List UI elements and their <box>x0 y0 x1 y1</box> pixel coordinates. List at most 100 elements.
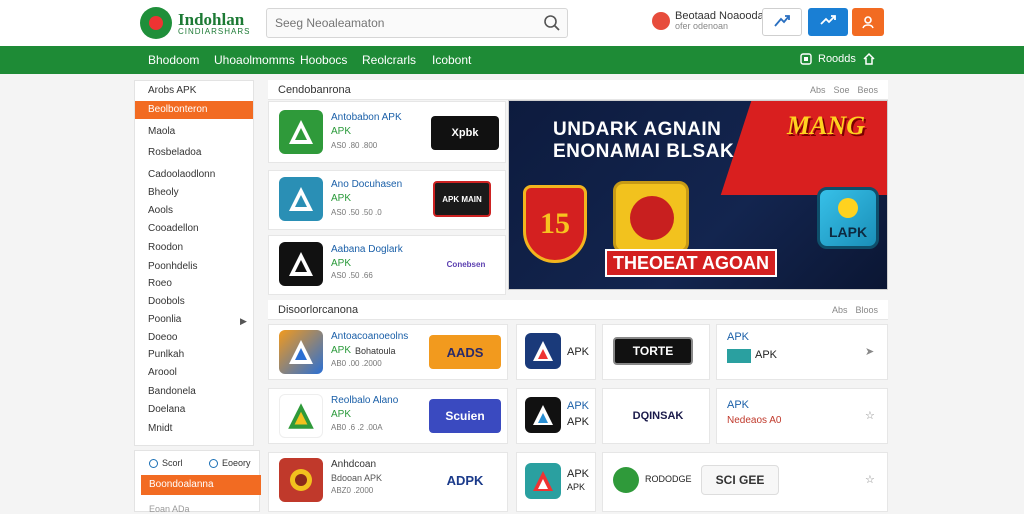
radio-option-b[interactable]: Eoeory <box>209 458 251 468</box>
section-tool-link[interactable]: Abs <box>810 85 826 95</box>
app-icon <box>279 242 323 286</box>
app-name: Aabana Doglark <box>331 244 403 255</box>
app-card[interactable]: Antoacoanoeolns APK Bohatoula AB0 .00 .2… <box>268 324 508 380</box>
app-meta: AB0 .00 .2000 <box>331 359 382 368</box>
apk-badge-icon: LAPK <box>817 187 879 249</box>
sidebar-item[interactable]: Cooadellon <box>135 220 253 238</box>
user-avatar-icon <box>652 12 670 30</box>
app-ad-thumbnail: APK MAIN <box>433 181 491 217</box>
app-icon <box>279 458 323 502</box>
pin-icon[interactable]: ☆ <box>865 473 875 486</box>
apk-mini-icon <box>727 349 751 363</box>
sidebar-item[interactable]: Poonlia <box>135 311 253 329</box>
app-type: APK <box>331 345 352 356</box>
chevron-right-icon[interactable]: ▶ <box>240 316 247 327</box>
side-tile-top: APK <box>727 331 750 343</box>
share-button[interactable] <box>762 8 802 36</box>
apk-tile[interactable]: APK APK <box>516 452 596 512</box>
nav-item-home[interactable]: Bhodoom <box>148 53 199 67</box>
sidebar-item[interactable]: Maola <box>135 123 253 141</box>
arrow-right-icon[interactable]: ➤ <box>865 345 874 358</box>
banner-cta-button[interactable]: THEOEAT AGOAN <box>605 249 777 277</box>
section-tool-link[interactable]: Soe <box>833 85 849 95</box>
sidebar-item[interactable]: Aools <box>135 202 253 220</box>
pin-icon[interactable]: ☆ <box>865 409 875 422</box>
brand-tile[interactable]: DQINSAK <box>602 388 710 444</box>
app-name: Anhdcoan <box>331 459 377 470</box>
sidebar-item[interactable]: Arobs APK <box>135 82 253 100</box>
section-tool-link[interactable]: Abs <box>832 305 848 315</box>
section-header-featured: Cendobanrona Abs Soe Beos <box>268 80 888 100</box>
app-ad-thumbnail: AADS <box>429 335 501 369</box>
radio-option-a[interactable]: Scorl <box>149 458 183 468</box>
share-icon <box>774 15 790 27</box>
app-card[interactable]: Reolbalo Alano APK AB0 .6 .2 .00A Scuien <box>268 388 508 444</box>
apk-tile[interactable]: APK APK <box>516 388 596 444</box>
app-ad-thumbnail: ADPK <box>429 465 501 495</box>
app-type: Bdooan APK <box>331 473 383 483</box>
app-type: APK <box>331 193 352 204</box>
apk-tile-icon <box>525 463 561 499</box>
account-area[interactable]: Beotaad Noaoodar ofer odenoan <box>652 10 767 32</box>
section-title: Cendobanrona <box>278 84 351 96</box>
sidebar-item[interactable]: Roeo <box>135 275 253 293</box>
sidebar-item-active[interactable]: Beolbonteron <box>135 101 253 119</box>
apk-tile[interactable]: APK <box>516 324 596 380</box>
brand-tile-wide[interactable]: RODODGE SCI GEE ☆ <box>602 452 888 512</box>
section-tool-link[interactable]: Beos <box>857 85 878 95</box>
app-card[interactable]: Ano Docuhasen APK AS0 .50 .50 .0 APK MAI… <box>268 170 506 230</box>
nav-right-link[interactable]: Roodds <box>800 52 876 66</box>
brand-tile-logo: DQINSAK <box>613 403 703 429</box>
nav-item-reviews[interactable]: Reolcrarls <box>362 53 416 67</box>
sidebar-item[interactable]: Roodon <box>135 239 253 257</box>
user-menu-button[interactable] <box>852 8 884 36</box>
promo-banner[interactable]: UNDARK AGNAIN ENONAMAI BLSAK MANG 15 THE… <box>508 100 888 290</box>
nav-right-label: Roodds <box>818 53 856 65</box>
app-ad-thumbnail: Scuien <box>429 399 501 433</box>
sidebar-item[interactable]: Doeoo <box>135 329 253 347</box>
banner-badge-label: LAPK <box>828 224 868 240</box>
app-meta: ABZ0 .2000 <box>331 486 374 495</box>
sidebar-item[interactable]: Doobols <box>135 293 253 311</box>
logo[interactable]: Indohlan CINDIARSHARS <box>140 5 260 41</box>
brand-tile-logo: SCI GEE <box>701 465 779 495</box>
sidebar-item[interactable]: Poonhdelis <box>135 258 253 276</box>
app-card[interactable]: Antobabon APK APK AS0 .80 .800 Xpbk <box>268 101 506 163</box>
brand-tile[interactable]: TORTE <box>602 324 710 380</box>
app-extra: Bohatoula <box>355 346 396 356</box>
side-tile-bottom: Nedeaos A0 <box>727 415 782 426</box>
app-card[interactable]: Anhdcoan Bdooan APK ABZ0 .2000 ADPK <box>268 452 508 512</box>
brand-tile-logo: TORTE <box>613 337 693 365</box>
app-name: Antobabon APK <box>331 112 402 123</box>
top-bar: Indohlan CINDIARSHARS Beotaad Noaoodar o… <box>0 0 1024 46</box>
search-input[interactable] <box>267 16 537 30</box>
sidebar-item[interactable]: Punlkah <box>135 346 253 364</box>
sidebar-item[interactable]: Bheoly <box>135 184 253 202</box>
side-tile[interactable]: APK Nedeaos A0 ☆ <box>716 388 888 444</box>
nav-item-categories[interactable]: Uhoaolmomms <box>214 53 295 67</box>
nav-item-games[interactable]: Hoobocs <box>300 53 347 67</box>
home-icon <box>863 52 875 65</box>
banner-shield-number: 15 <box>540 207 570 240</box>
app-type: APK <box>331 258 352 269</box>
sidebar-item[interactable]: Aroool <box>135 364 253 382</box>
sidebar-item[interactable]: Mnidt <box>135 420 253 438</box>
sidebar-cta-button[interactable]: Boondoalanna <box>141 475 261 495</box>
side-tile[interactable]: APK APK ➤ <box>716 324 888 380</box>
app-meta: AB0 .6 .2 .00A <box>331 423 383 432</box>
section-tool-link[interactable]: Bloos <box>855 305 878 315</box>
sidebar-item[interactable]: Rosbeladoa <box>135 144 253 162</box>
search-icon[interactable] <box>537 9 567 37</box>
app-card[interactable]: Aabana Doglark APK AS0 .50 .66 Conebsen <box>268 235 506 295</box>
sidebar-item[interactable]: Doelana <box>135 401 253 419</box>
apk-tile-label: APK <box>567 468 590 480</box>
apk-tile-label-2: APK <box>567 482 586 492</box>
app-ad-thumbnail: Conebsen <box>435 246 497 282</box>
sidebar-item[interactable]: Bandonela <box>135 383 253 401</box>
apk-tile-icon <box>525 397 561 433</box>
nav-item-icons[interactable]: Icobont <box>432 53 471 67</box>
sidebar-item[interactable]: Cadoolaodlonn <box>135 166 253 184</box>
download-button[interactable] <box>808 8 848 36</box>
category-sidebar: Arobs APK Beolbonteron Maola Rosbeladoa … <box>134 80 254 446</box>
side-tile-top: APK <box>727 399 750 411</box>
